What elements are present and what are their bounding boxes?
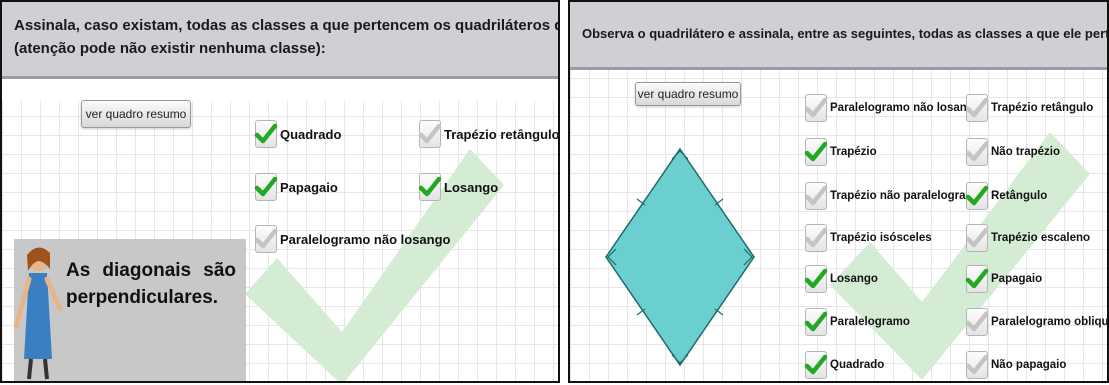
green-check-icon (965, 268, 989, 289)
property-statement-text: As diagonais são perpendiculares. (66, 260, 236, 308)
gray-check-icon (418, 123, 442, 144)
checkbox[interactable] (965, 182, 989, 210)
option-label: Losango (444, 179, 499, 195)
option-label: Trapézio escaleno (991, 232, 1091, 244)
checkbox[interactable] (965, 224, 989, 252)
checkbox[interactable] (804, 182, 828, 210)
checkbox[interactable] (965, 138, 989, 166)
option-paralelogramo-nao-losango[interactable]: Paralelogramo não losango (254, 225, 451, 253)
option-label: Papagaio (280, 179, 338, 195)
option-label: Não trapézio (991, 146, 1061, 158)
instructions-line-1: Assinala, caso existam, todas as classes… (14, 17, 558, 34)
green-check-icon (418, 176, 442, 197)
option-label: Paralelogramo obliquângulo (991, 316, 1109, 328)
option-quadrado[interactable]: Quadrado (254, 120, 342, 148)
green-check-icon (804, 354, 828, 375)
checkbox[interactable] (965, 94, 989, 122)
gray-check-icon (965, 141, 989, 162)
option-papagaio[interactable]: Papagaio (254, 173, 338, 201)
checkbox[interactable] (965, 308, 989, 336)
instructions-line-2: (atenção pode não existir nenhuma classe… (14, 40, 326, 57)
option-paralelogramo-nao-losango[interactable]: Paralelogramo não losango (804, 94, 981, 122)
gray-check-icon (965, 311, 989, 332)
gray-check-icon (965, 97, 989, 118)
left-instructions-header: Assinala, caso existam, todas as classes… (2, 2, 558, 79)
option-label: Retângulo (991, 190, 1048, 202)
gray-check-icon (804, 185, 828, 206)
option-label: Não papagaio (991, 359, 1067, 371)
option-label: Paralelogramo não losango (830, 102, 981, 114)
option-trapezio[interactable]: Trapézio (804, 138, 877, 166)
green-check-icon (804, 141, 828, 162)
checkbox-paralelogramo-nao-losango[interactable] (254, 225, 278, 253)
gray-check-icon (804, 227, 828, 248)
option-trapezio-retangulo[interactable]: Trapézio retângulo (965, 94, 1094, 122)
option-nao-papagaio[interactable]: Não papagaio (965, 351, 1067, 379)
checkbox[interactable] (965, 265, 989, 293)
checkbox[interactable] (804, 265, 828, 293)
option-label: Quadrado (280, 126, 342, 142)
option-quadrado[interactable]: Quadrado (804, 351, 885, 379)
option-paralelogramo-obliquangulo[interactable]: Paralelogramo obliquângulo (965, 308, 1109, 336)
option-label: Papagaio (991, 273, 1043, 285)
checkbox[interactable] (965, 351, 989, 379)
right-exercise-panel: Observa o quadrilátero e assinala, entre… (568, 0, 1109, 383)
green-check-icon (804, 268, 828, 289)
option-losango[interactable]: Losango (804, 265, 878, 293)
checkbox[interactable] (804, 94, 828, 122)
checkbox-quadrado[interactable] (254, 120, 278, 148)
option-label: Losango (830, 273, 878, 285)
checkbox[interactable] (804, 308, 828, 336)
green-check-icon (804, 311, 828, 332)
option-label: Paralelogramo não losango (280, 231, 451, 247)
checkbox-papagaio[interactable] (254, 173, 278, 201)
header-strip (2, 79, 558, 101)
option-papagaio[interactable]: Papagaio (965, 265, 1043, 293)
green-check-icon (254, 123, 278, 144)
option-trapezio-escaleno[interactable]: Trapézio escaleno (965, 224, 1091, 252)
left-exercise-panel: Assinala, caso existam, todas as classes… (0, 0, 560, 383)
option-label: Paralelogramo (830, 316, 910, 328)
option-trapezio-retangulo[interactable]: Trapézio retângulo (418, 120, 560, 148)
gray-check-icon (254, 228, 278, 249)
property-statement-box: As diagonais são perpendiculares. (14, 239, 246, 381)
option-retangulo[interactable]: Retângulo (965, 182, 1048, 210)
option-label: Trapézio retângulo (444, 126, 560, 142)
checkbox[interactable] (804, 138, 828, 166)
checkbox[interactable] (804, 224, 828, 252)
option-label: Trapézio não paralelogramo (830, 190, 983, 202)
gray-check-icon (804, 97, 828, 118)
option-label: Trapézio retângulo (991, 102, 1094, 114)
option-label: Trapézio isósceles (830, 232, 932, 244)
rhombus-figure (605, 147, 755, 367)
option-label: Trapézio (830, 146, 877, 158)
option-label: Quadrado (830, 359, 885, 371)
gray-check-icon (965, 354, 989, 375)
green-check-icon (254, 176, 278, 197)
green-check-icon (965, 185, 989, 206)
option-paralelogramo[interactable]: Paralelogramo (804, 308, 910, 336)
right-instructions-header: Observa o quadrilátero e assinala, entre… (570, 2, 1107, 70)
gray-check-icon (965, 227, 989, 248)
view-summary-button[interactable]: ver quadro resumo (81, 100, 191, 128)
teacher-character-icon (14, 247, 63, 380)
checkbox-trapezio-retangulo[interactable] (418, 120, 442, 148)
option-trapezio-isosceles[interactable]: Trapézio isósceles (804, 224, 932, 252)
option-trapezio-nao-paralelogramo[interactable]: Trapézio não paralelogramo (804, 182, 983, 210)
option-losango[interactable]: Losango (418, 173, 499, 201)
checkbox[interactable] (804, 351, 828, 379)
view-summary-button[interactable]: ver quadro resumo (635, 82, 741, 106)
checkbox-losango[interactable] (418, 173, 442, 201)
option-nao-trapezio[interactable]: Não trapézio (965, 138, 1061, 166)
